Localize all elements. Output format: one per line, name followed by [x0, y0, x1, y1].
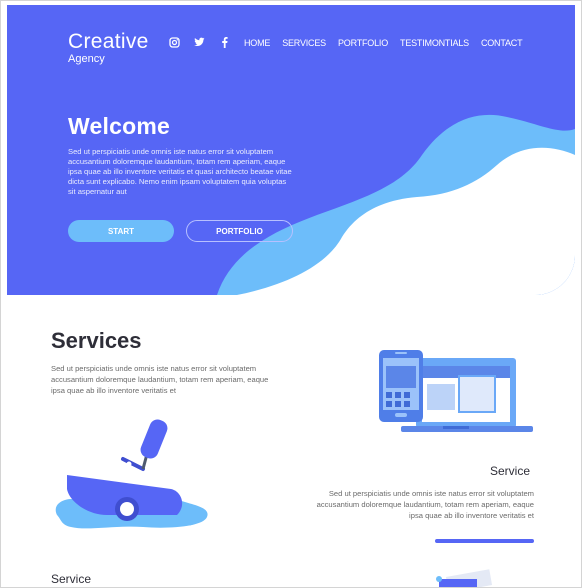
brand-subtitle: Agency — [68, 53, 105, 65]
nav-services[interactable]: SERVICES — [282, 38, 326, 48]
services-description: Sed ut perspiciatis unde omnis iste natu… — [51, 364, 269, 395]
facebook-icon[interactable] — [218, 36, 230, 48]
start-button[interactable]: START — [68, 220, 174, 242]
documents-illustration — [436, 569, 493, 587]
hero-title: Welcome — [68, 113, 170, 139]
portfolio-button[interactable]: PORTFOLIO — [186, 220, 293, 242]
hero-description: Sed ut perspiciatis unde omnis iste natu… — [68, 147, 292, 196]
service-item-2-title: Service — [51, 572, 92, 586]
devices-illustration — [379, 350, 533, 432]
page-frame: Creative Agency HOME SERVICES PORTFOLIO … — [0, 0, 582, 588]
service-item-1-description: Sed ut perspiciatis unde omnis iste natu… — [316, 489, 534, 520]
nav-contact[interactable]: CONTACT — [481, 38, 523, 48]
social-links — [168, 36, 230, 48]
paint-roller-illustration — [55, 419, 208, 529]
service-item-1-underline — [435, 539, 534, 543]
brand-logo[interactable]: Creative Agency — [68, 30, 149, 66]
nav-portfolio[interactable]: PORTFOLIO — [338, 38, 388, 48]
main-nav: HOME SERVICES PORTFOLIO TESTIMONTIALS CO… — [244, 38, 523, 48]
brand-title: Creative — [68, 30, 149, 53]
instagram-icon[interactable] — [168, 36, 180, 48]
nav-testimonials[interactable]: TESTIMONTIALS — [400, 38, 469, 48]
hero-section: Creative Agency HOME SERVICES PORTFOLIO … — [7, 5, 575, 295]
services-title: Services — [51, 328, 142, 353]
nav-home[interactable]: HOME — [244, 38, 270, 48]
service-item-1-title: Service — [490, 464, 531, 478]
twitter-icon[interactable] — [193, 36, 205, 48]
